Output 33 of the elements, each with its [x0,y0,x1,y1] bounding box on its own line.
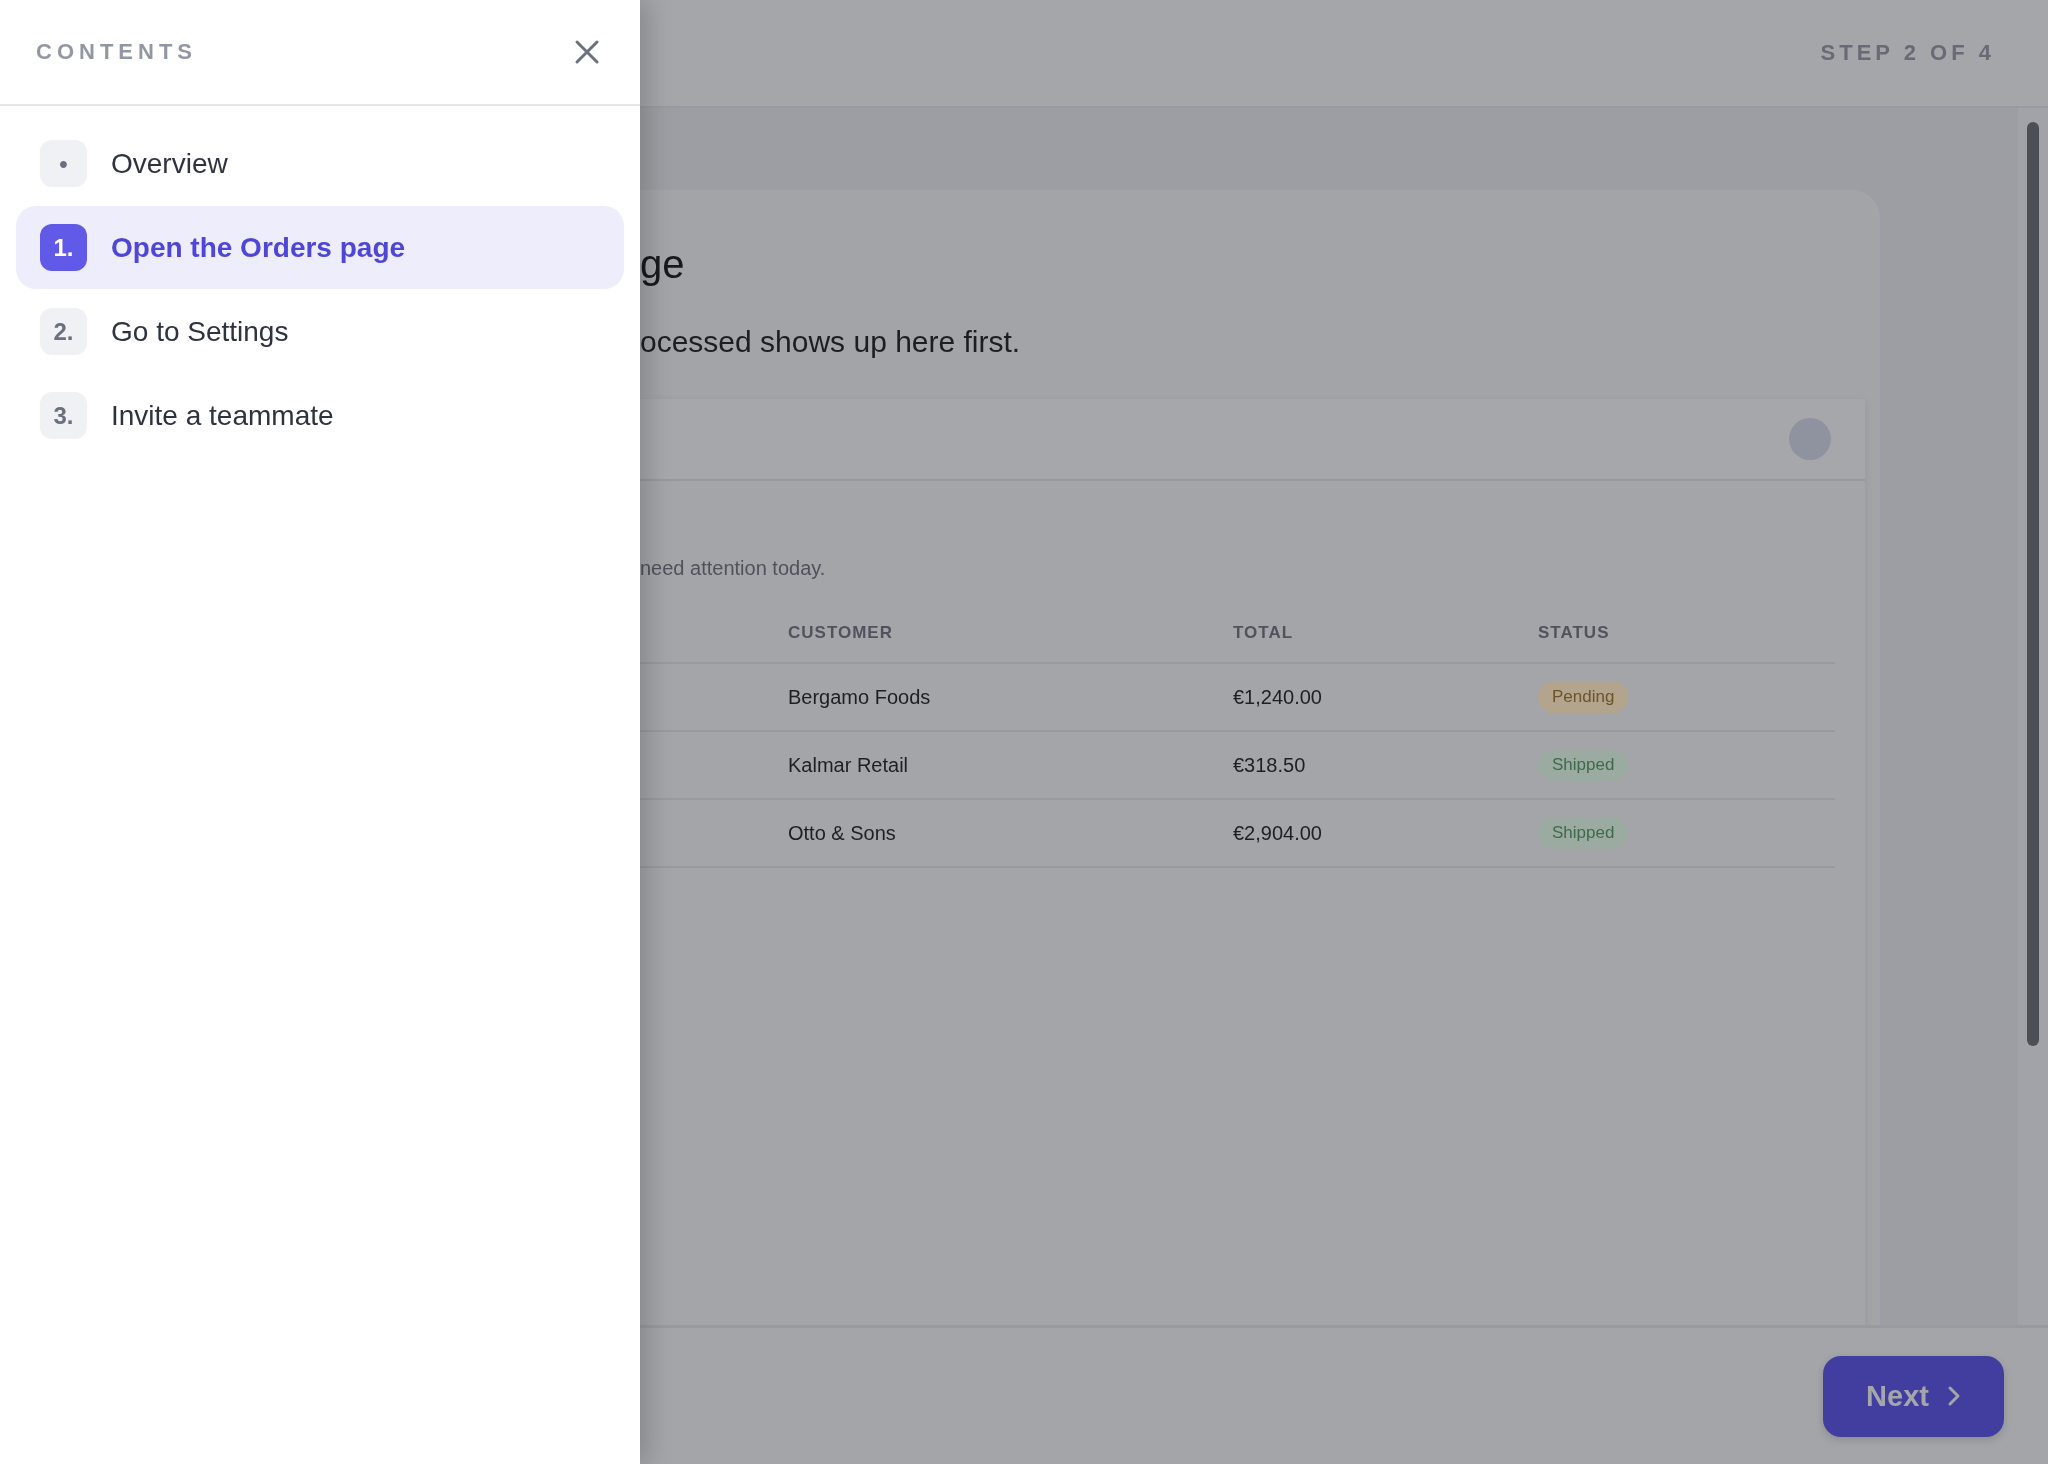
total-cell: €1,240.00 [1233,664,1538,732]
scrollbar-thumb[interactable] [2027,122,2039,1046]
contents-item[interactable]: 1. Open the Orders page [16,206,624,289]
step-counter: STEP 2 OF 4 [1820,40,1995,66]
card-subtitle: ocessed shows up here first. [640,325,1022,359]
step-number: 3. [40,392,87,439]
drawer-title: CONTENTS [36,39,197,65]
step-number: 2. [40,308,87,355]
contents-item[interactable]: 2. Go to Settings [16,290,624,373]
total-cell: €318.50 [1233,732,1538,800]
status-badge: Shipped [1538,817,1629,849]
status-badge: Shipped [1538,749,1629,781]
customer-cell: Otto & Sons [788,800,1233,868]
chevron-right-icon [1946,1385,1961,1407]
item-label: Open the Orders page [111,231,406,264]
panel-note: need attention today. [640,557,827,580]
contents-item[interactable]: • Overview [16,122,624,205]
contents-item[interactable]: 3. Invite a teammate [16,374,624,457]
customer-cell: Bergamo Foods [788,664,1233,732]
next-button[interactable]: Next [1823,1355,2004,1437]
column-header: STATUS [1538,604,1835,664]
status-badge: Pending [1538,681,1629,713]
close-icon [574,39,600,65]
column-header: TOTAL [1233,604,1538,664]
item-label: Overview [111,147,228,180]
total-cell: €2,904.00 [1233,800,1538,868]
item-label: Go to Settings [111,315,289,348]
customer-cell: Kalmar Retail [788,732,1233,800]
card-heading: ge [640,242,686,287]
column-header: CUSTOMER [788,604,1233,664]
step-number: • [40,140,87,187]
step-number: 1. [40,224,87,271]
item-label: Invite a teammate [111,399,334,432]
